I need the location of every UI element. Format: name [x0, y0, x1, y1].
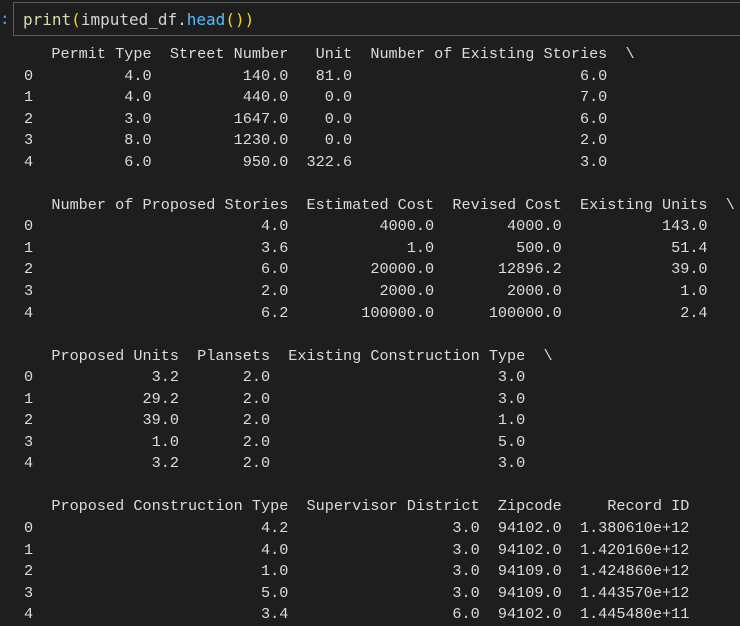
output-line: 1 3.6 1.0 500.0 51.4 [24, 238, 735, 257]
output-line: 2 39.0 2.0 1.0 [24, 411, 553, 430]
output-line: 4 6.2 100000.0 100000.0 2.4 [24, 303, 735, 322]
output-line: 0 4.0 140.0 81.0 6.0 [24, 66, 635, 85]
dot-operator: . [177, 10, 187, 29]
output-line: Permit Type Street Number Unit Number of… [24, 45, 635, 63]
head-method: head [186, 10, 226, 29]
output-line: 2 3.0 1647.0 0.0 6.0 [24, 109, 635, 128]
output-line: 0 4.2 3.0 94102.0 1.380610e+12 [24, 519, 708, 538]
output-line: 4 3.4 6.0 94102.0 1.445480e+11 [24, 605, 708, 624]
print-function: print [23, 10, 72, 29]
call-parens: () [225, 10, 245, 29]
output-line: Proposed Units Plansets Existing Constru… [24, 346, 553, 365]
output-line: 1 4.0 440.0 0.0 7.0 [24, 88, 635, 107]
output-line: 1 29.2 2.0 3.0 [24, 389, 553, 408]
output-line: Number of Proposed Stories Estimated Cos… [24, 195, 735, 214]
output-line: Proposed Construction Type Supervisor Di… [24, 497, 708, 516]
code-cell-input[interactable]: print(imputed_df.head()) [13, 2, 740, 36]
output-line: 1 4.0 3.0 94102.0 1.420160e+12 [24, 540, 708, 559]
open-paren: ( [71, 10, 81, 29]
cell-output: Permit Type Street Number Unit Number of… [24, 44, 735, 626]
output-line: 0 4.0 4000.0 4000.0 143.0 [24, 217, 735, 236]
output-line: 0 3.2 2.0 3.0 [24, 368, 553, 387]
output-line: 4 3.2 2.0 3.0 [24, 454, 553, 473]
output-line: 4 6.0 950.0 322.6 3.0 [24, 152, 635, 171]
close-paren: ) [244, 10, 255, 29]
output-line: 3 2.0 2000.0 2000.0 1.0 [24, 282, 735, 301]
dataframe-variable: imputed_df [80, 10, 178, 29]
output-line: 3 5.0 3.0 94109.0 1.443570e+12 [24, 583, 708, 602]
output-line: 2 1.0 3.0 94109.0 1.424860e+12 [24, 562, 708, 581]
output-line: 2 6.0 20000.0 12896.2 39.0 [24, 260, 735, 279]
code-line[interactable]: print(imputed_df.head()) [23, 10, 254, 30]
execution-prompt-marker: : [0, 9, 10, 28]
output-line: 3 8.0 1230.0 0.0 2.0 [24, 131, 635, 150]
output-line: 3 1.0 2.0 5.0 [24, 432, 553, 451]
